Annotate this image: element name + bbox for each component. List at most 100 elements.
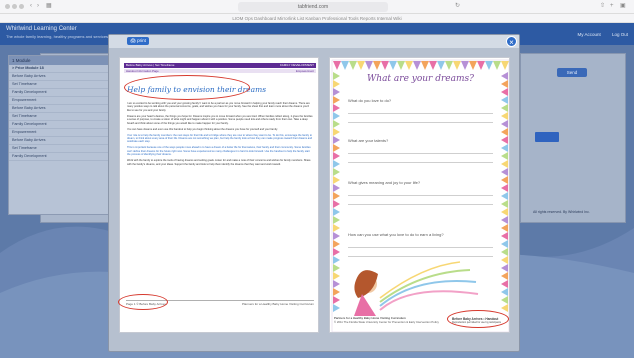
bunting-flag bbox=[429, 61, 437, 70]
sidebar-icon[interactable]: ▦ bbox=[46, 3, 52, 10]
bunting-flag bbox=[333, 304, 340, 312]
bunting-flag bbox=[333, 184, 340, 192]
new-tab-icon[interactable]: + bbox=[610, 3, 614, 10]
bunting-flag bbox=[461, 61, 469, 70]
bunting-flag bbox=[501, 144, 508, 152]
reload-icon[interactable]: ↻ bbox=[455, 3, 460, 10]
minimize-window-dot[interactable] bbox=[12, 4, 17, 9]
bunting-flag bbox=[501, 248, 508, 256]
bunting-flag bbox=[333, 61, 341, 70]
bunting-flag bbox=[501, 256, 508, 264]
bunting-flag bbox=[397, 61, 405, 70]
answer-line[interactable] bbox=[348, 113, 493, 114]
bunting-flag bbox=[405, 61, 413, 70]
annotation-circle-footer bbox=[118, 294, 168, 310]
bunting-flag bbox=[333, 192, 340, 200]
bunting-flag bbox=[333, 88, 340, 96]
site-subtitle: The whole family learning, healthy progr… bbox=[6, 34, 109, 39]
handout-page-left: Before Baby Arrives | Set Timeframe FAMI… bbox=[118, 57, 319, 333]
nav-my-account[interactable]: My Account bbox=[577, 32, 600, 37]
bunting-flag bbox=[333, 144, 340, 152]
module-list-item[interactable]: Before Baby Arrives bbox=[9, 73, 117, 81]
share-icon[interactable]: ⇧ bbox=[600, 3, 605, 10]
print-button[interactable]: 🖨 print bbox=[127, 37, 149, 45]
module-list-item[interactable]: Empowerment bbox=[9, 97, 117, 105]
body-paragraph: You can have dreams and even use this ha… bbox=[127, 127, 278, 131]
bunting-flag bbox=[501, 88, 508, 96]
bunting-flag bbox=[453, 61, 461, 70]
bunting-flag bbox=[333, 176, 340, 184]
address-bar[interactable]: tabfriend.com bbox=[238, 2, 388, 12]
page-subheader-left: Handout Information Page bbox=[126, 69, 159, 73]
module-list-item[interactable]: Before Baby Arrives bbox=[9, 137, 117, 145]
bunting-flag bbox=[501, 272, 508, 280]
module-list-item[interactable]: Set Timeframe bbox=[9, 81, 117, 89]
bunting-flag bbox=[389, 61, 397, 70]
bunting-flag bbox=[501, 240, 508, 248]
bunting-flag bbox=[365, 61, 373, 70]
answer-line[interactable] bbox=[348, 162, 493, 163]
bunting-flag bbox=[333, 208, 340, 216]
send-button[interactable]: Send bbox=[557, 68, 587, 77]
bunting-flag bbox=[333, 168, 340, 176]
module-list-item[interactable]: Empowerment bbox=[9, 129, 117, 137]
module-list-header: 1 Module bbox=[9, 56, 117, 65]
bunting-flag bbox=[333, 288, 340, 296]
bunting-flag bbox=[437, 61, 445, 70]
worksheet-footer-note: © 2011 The Florida State University Cent… bbox=[334, 320, 439, 324]
body-paragraph: I am so excited to be working with you a… bbox=[127, 102, 310, 112]
bunting-flag bbox=[333, 264, 340, 272]
bunting-flag bbox=[421, 61, 429, 70]
bunting-flag bbox=[501, 160, 508, 168]
module-list-item[interactable]: Family Development bbox=[9, 153, 117, 161]
bunting-flag bbox=[501, 176, 508, 184]
bunting-flag bbox=[501, 112, 508, 120]
bookmarks-bar[interactable]: LIOM Ops Dashboard Mirrorlink List Kanba… bbox=[0, 14, 634, 23]
bunting-flag bbox=[333, 200, 340, 208]
answer-line[interactable] bbox=[348, 195, 493, 196]
bunting-flag bbox=[349, 61, 357, 70]
forward-icon[interactable]: › bbox=[37, 3, 39, 10]
bunting-flag bbox=[333, 216, 340, 224]
answer-line[interactable] bbox=[348, 204, 493, 205]
annotation-circle-worksheet-footer bbox=[447, 310, 509, 328]
bunting-flag bbox=[501, 168, 508, 176]
bunting-flag bbox=[333, 112, 340, 120]
site-title: Whirlwind Learning Center bbox=[6, 26, 77, 32]
body-paragraph-highlight: This is important because one of the way… bbox=[127, 146, 311, 157]
worksheet-question: What gives meaning and joy to your life? bbox=[348, 180, 421, 185]
module-list-subheader[interactable]: > Prior Module 18 bbox=[9, 65, 117, 73]
answer-line[interactable] bbox=[348, 153, 493, 154]
body-paragraph-highlight: Your role is to help the family members:… bbox=[127, 133, 313, 144]
bunting-flag bbox=[493, 61, 501, 70]
module-list-item[interactable]: Before Baby Arrives bbox=[9, 105, 117, 113]
module-list-item[interactable]: Set Timeframe bbox=[9, 145, 117, 153]
bunting-flag bbox=[333, 272, 340, 280]
worksheet-question: What do you love to do? bbox=[348, 98, 392, 103]
bunting-flag bbox=[501, 296, 508, 304]
tabs-overview-icon[interactable]: ▣ bbox=[620, 3, 626, 10]
module-list-panel: 1 Module > Prior Module 18 Before Baby A… bbox=[8, 55, 118, 215]
answer-line[interactable] bbox=[348, 247, 493, 248]
bunting-flag bbox=[501, 232, 508, 240]
bunting-flag bbox=[333, 120, 340, 128]
back-icon[interactable]: ‹ bbox=[30, 3, 32, 10]
module-list-item[interactable]: Set Timeframe bbox=[9, 113, 117, 121]
bunting-flag bbox=[477, 61, 485, 70]
bunting-flag bbox=[413, 61, 421, 70]
highlight-block bbox=[535, 132, 559, 142]
answer-line[interactable] bbox=[348, 122, 493, 123]
handout-lightbox: 🖨 print × Before Baby Arrives | Set Time… bbox=[108, 34, 520, 352]
close-icon[interactable]: × bbox=[506, 36, 517, 47]
close-window-dot[interactable] bbox=[5, 4, 10, 9]
bunting-flag bbox=[501, 96, 508, 104]
lightbox-toolbar: 🖨 print × bbox=[109, 35, 519, 48]
module-list-item[interactable]: Family Development bbox=[9, 89, 117, 97]
bunting-flag bbox=[501, 264, 508, 272]
nav-log-out[interactable]: Log Out bbox=[612, 32, 628, 37]
bunting-flag bbox=[373, 61, 381, 70]
worksheet-page-right: What are your dreams? What do you love t… bbox=[329, 57, 510, 333]
maximize-window-dot[interactable] bbox=[19, 4, 24, 9]
module-list-item[interactable]: Family Development bbox=[9, 121, 117, 129]
worksheet-question: How can you use what you love to do to e… bbox=[348, 232, 444, 237]
